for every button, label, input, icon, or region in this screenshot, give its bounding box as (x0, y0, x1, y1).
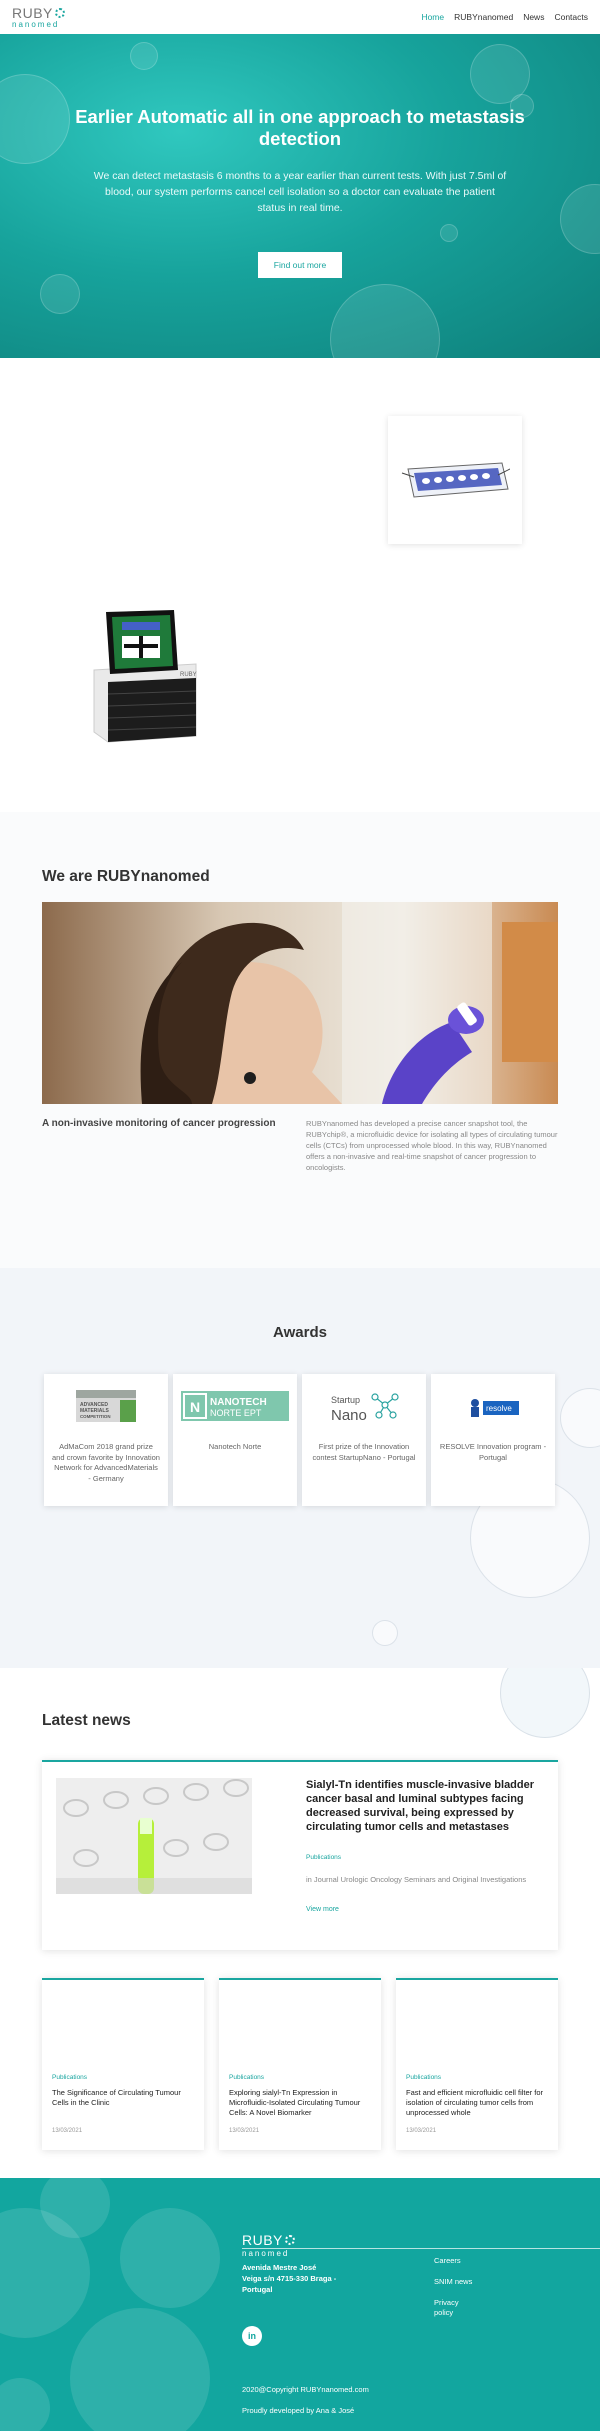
news-card-date: 13/03/2021 (52, 2128, 83, 2134)
nanotech-norte-logo: N NANOTECH NORTE EPT (181, 1388, 289, 1424)
news-card-tag[interactable]: Publications (406, 2074, 441, 2081)
scientist-photo (42, 902, 558, 1104)
admacom-logo: ADVANCED MATERIALS COMPETITION (52, 1388, 160, 1424)
linkedin-icon[interactable]: in (242, 2326, 262, 2346)
featured-news-title[interactable]: Sialyl-Tn identifies muscle-invasive bla… (306, 1778, 546, 1834)
footer-address: Avenida Mestre José Veiga s/n 4715-330 B… (242, 2263, 337, 2294)
resolve-logo: resolve (439, 1388, 547, 1424)
svg-text:Nano: Nano (331, 1407, 367, 1423)
nav-contacts[interactable]: Contacts (554, 12, 588, 22)
logo-dots-icon (54, 7, 65, 18)
news-title: Latest news (42, 1712, 131, 1729)
nav-rubynanomed[interactable]: RUBYnanomed (454, 12, 513, 22)
footer-logo-bottom-text: nanomed (242, 2249, 290, 2258)
hero-title: Earlier Automatic all in one approach to… (75, 106, 525, 149)
svg-text:Startup: Startup (331, 1395, 360, 1405)
footer-logo-wordmark: RUBY (242, 2232, 295, 2248)
view-more-link[interactable]: View more (306, 1906, 339, 1913)
footer-logo-top-text: RUBY (242, 2232, 283, 2248)
award-text: AdMaCom 2018 grand prize and crown favor… (52, 1442, 160, 1483)
footer-logo[interactable]: RUBY nanomed (242, 2232, 295, 2258)
about-subtitle: A non-invasive monitoring of cancer prog… (42, 1118, 276, 1129)
footer-links: Careers SNIM news Privacy policy (434, 2256, 474, 2329)
award-card-nanotech-norte[interactable]: N NANOTECH NORTE EPT Nanotech Norte (173, 1374, 297, 1506)
products-section: RUBY (0, 358, 600, 812)
news-card-title[interactable]: The Significance of Circulating Tumour C… (52, 2088, 198, 2108)
footer-divider (242, 2248, 600, 2249)
footer-link-careers[interactable]: Careers (434, 2256, 474, 2266)
circle-decoration (0, 2378, 50, 2431)
awards-title: Awards (273, 1324, 327, 1341)
awards-section: Awards ADVANCED MATERIALS COMPETITION Ad… (0, 1268, 600, 1668)
news-card-date: 13/03/2021 (229, 2128, 260, 2134)
footer-copyright: 2020@Copyright RUBYnanomed.com (242, 2385, 369, 2394)
hero-section: Earlier Automatic all in one approach to… (0, 34, 600, 358)
ruby-device-image: RUBY (93, 610, 197, 743)
news-section: Latest news Sialyl-Tn identifies muscle-… (0, 1668, 600, 2178)
about-section: We are RUBYnanomed A non-invasive monito… (0, 812, 600, 1268)
svg-text:resolve: resolve (486, 1404, 512, 1413)
bubble-decoration (330, 284, 440, 358)
featured-news-tag[interactable]: Publications (306, 1854, 341, 1861)
about-title: We are RUBYnanomed (42, 868, 210, 885)
footer-developed-by: Proudly developed by Ana & José (242, 2406, 355, 2415)
news-card[interactable]: Publications The Significance of Circula… (42, 1978, 204, 2150)
award-text: RESOLVE Innovation program - Portugal (439, 1442, 547, 1462)
award-card-admacom[interactable]: ADVANCED MATERIALS COMPETITION AdMaCom 2… (44, 1374, 168, 1506)
bubble-decoration (40, 274, 80, 314)
main-nav: Home RUBYnanomed News Contacts (421, 12, 588, 22)
logo-top-text: RUBY (12, 4, 53, 21)
news-card-tag[interactable]: Publications (229, 2074, 264, 2081)
nav-home[interactable]: Home (421, 12, 444, 22)
news-card-title[interactable]: Fast and efficient microfluidic cell fil… (406, 2088, 552, 2118)
bubble-decoration (130, 42, 158, 70)
logo-dots-icon (284, 2235, 295, 2245)
featured-news-image (56, 1778, 252, 1894)
award-text: Nanotech Norte (208, 1442, 262, 1451)
footer-link-privacy[interactable]: Privacy policy (434, 2298, 474, 2318)
news-card-tag[interactable]: Publications (52, 2074, 87, 2081)
news-card[interactable]: Publications Fast and efficient microflu… (396, 1978, 558, 2150)
featured-news-card[interactable]: Sialyl-Tn identifies muscle-invasive bla… (42, 1760, 558, 1950)
bubble-decoration (372, 1620, 398, 1646)
footer-link-snim-news[interactable]: SNIM news (434, 2277, 474, 2287)
featured-news-description: in Journal Urologic Oncology Seminars an… (306, 1875, 527, 1884)
bubble-decoration (440, 224, 458, 242)
bubble-decoration (560, 1388, 600, 1448)
find-out-more-button[interactable]: Find out more (258, 252, 342, 278)
nav-news[interactable]: News (523, 12, 544, 22)
bubble-decoration (500, 1668, 590, 1738)
startupnano-logo: Startup Nano (310, 1388, 418, 1424)
svg-text:RUBY: RUBY (180, 672, 197, 678)
site-header: RUBY nanomed Home RUBYnanomed News Conta… (0, 0, 600, 34)
hero-text: We can detect metastasis 6 months to a y… (93, 170, 507, 214)
award-card-startupnano[interactable]: Startup Nano First prize of the Innovati… (302, 1374, 426, 1506)
news-card-date: 13/03/2021 (406, 2128, 437, 2134)
site-footer: RUBY nanomed Avenida Mestre José Veiga s… (0, 2178, 600, 2431)
rubychip-card (388, 416, 522, 544)
award-text: First prize of the Innovation contest St… (312, 1442, 416, 1462)
news-card-title[interactable]: Exploring sialyl-Tn Expression in Microf… (229, 2088, 375, 2118)
svg-text:NANOTECH: NANOTECH (210, 1397, 267, 1408)
svg-text:N: N (190, 1399, 200, 1415)
logo-bottom-text: nanomed (12, 19, 60, 29)
page: RUBY nanomed Home RUBYnanomed News Conta… (0, 0, 600, 2431)
bubble-decoration (560, 184, 600, 254)
circle-decoration (70, 2308, 210, 2431)
circle-decoration (120, 2208, 220, 2308)
svg-text:COMPETITION: COMPETITION (80, 1414, 111, 1419)
award-card-resolve[interactable]: resolve RESOLVE Innovation program - Por… (431, 1374, 555, 1506)
about-text: RUBYnanomed has developed a precise canc… (306, 1119, 558, 1172)
logo-wordmark: RUBY (12, 6, 65, 20)
news-card[interactable]: Publications Exploring sialyl-Tn Express… (219, 1978, 381, 2150)
microfluidic-chip-image (401, 462, 510, 498)
svg-text:NORTE EPT: NORTE EPT (210, 1408, 262, 1418)
site-logo[interactable]: RUBY nanomed (12, 6, 65, 29)
